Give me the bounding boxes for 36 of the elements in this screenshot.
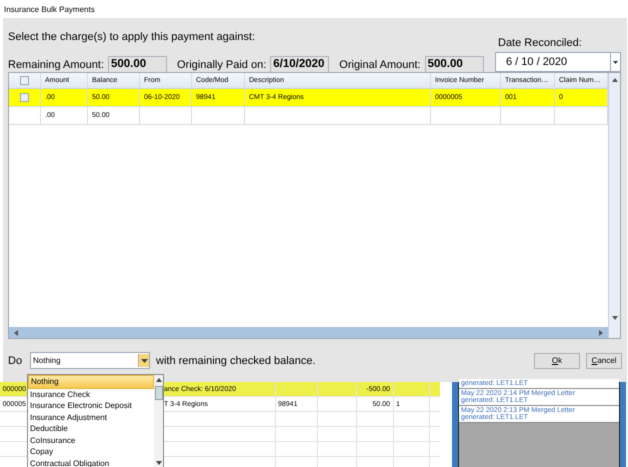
dialog-button[interactable]: Cancel [586, 352, 622, 369]
dropdown-option[interactable]: Nothing [28, 375, 154, 388]
readonly-field: 6/10/2020 [270, 56, 330, 73]
scroll-thumb[interactable] [154, 386, 162, 400]
readonly-field: 500.00 [108, 56, 167, 73]
prompt-text: Select the charge(s) to apply this payment against: [8, 31, 256, 43]
vertical-scrollbar[interactable] [154, 375, 163, 467]
action-dropdown[interactable]: Nothing [30, 352, 150, 370]
dropdown-option[interactable]: Deductible [28, 423, 154, 434]
dropdown-option[interactable]: Copay [28, 446, 154, 458]
scroll-up-icon[interactable] [610, 76, 618, 84]
dropdown-icon[interactable] [140, 356, 148, 366]
readonly-field: 500.00 [424, 56, 484, 73]
window-title: Insurance Bulk Payments [4, 4, 95, 14]
vertical-scrollbar[interactable] [608, 73, 620, 338]
scroll-left-icon[interactable] [12, 328, 20, 337]
dropdown-option[interactable]: Insurance Adjustment [28, 412, 154, 423]
field-label: Remaining Amount: [8, 58, 104, 70]
dropdown-option[interactable]: Insurance Check [28, 388, 154, 400]
scroll-right-icon[interactable] [597, 328, 605, 337]
dropdown-option[interactable]: Contractual Obligation [28, 458, 154, 467]
field-label: Originally Paid on: [177, 58, 266, 70]
scroll-down-icon[interactable] [610, 314, 618, 322]
action-suffix: with remaining checked balance. [156, 354, 316, 367]
action-label: Do [8, 354, 24, 367]
field-label: Date Reconciled: [498, 37, 583, 49]
horizontal-scrollbar[interactable] [9, 327, 608, 338]
field-label: Original Amount: [339, 58, 421, 70]
dialog-button[interactable]: Ok [534, 352, 580, 369]
checkbox[interactable] [20, 93, 29, 102]
scroll-down-icon[interactable] [154, 460, 162, 466]
date-picker[interactable]: 6 / 10 / 2020 [495, 52, 621, 72]
dropdown-option[interactable]: Insurance Electronic Deposit [28, 400, 154, 412]
dropdown-arrow-icon[interactable] [610, 53, 620, 71]
dropdown-option[interactable]: CoInsurance [28, 434, 154, 446]
checkbox[interactable] [20, 76, 29, 85]
